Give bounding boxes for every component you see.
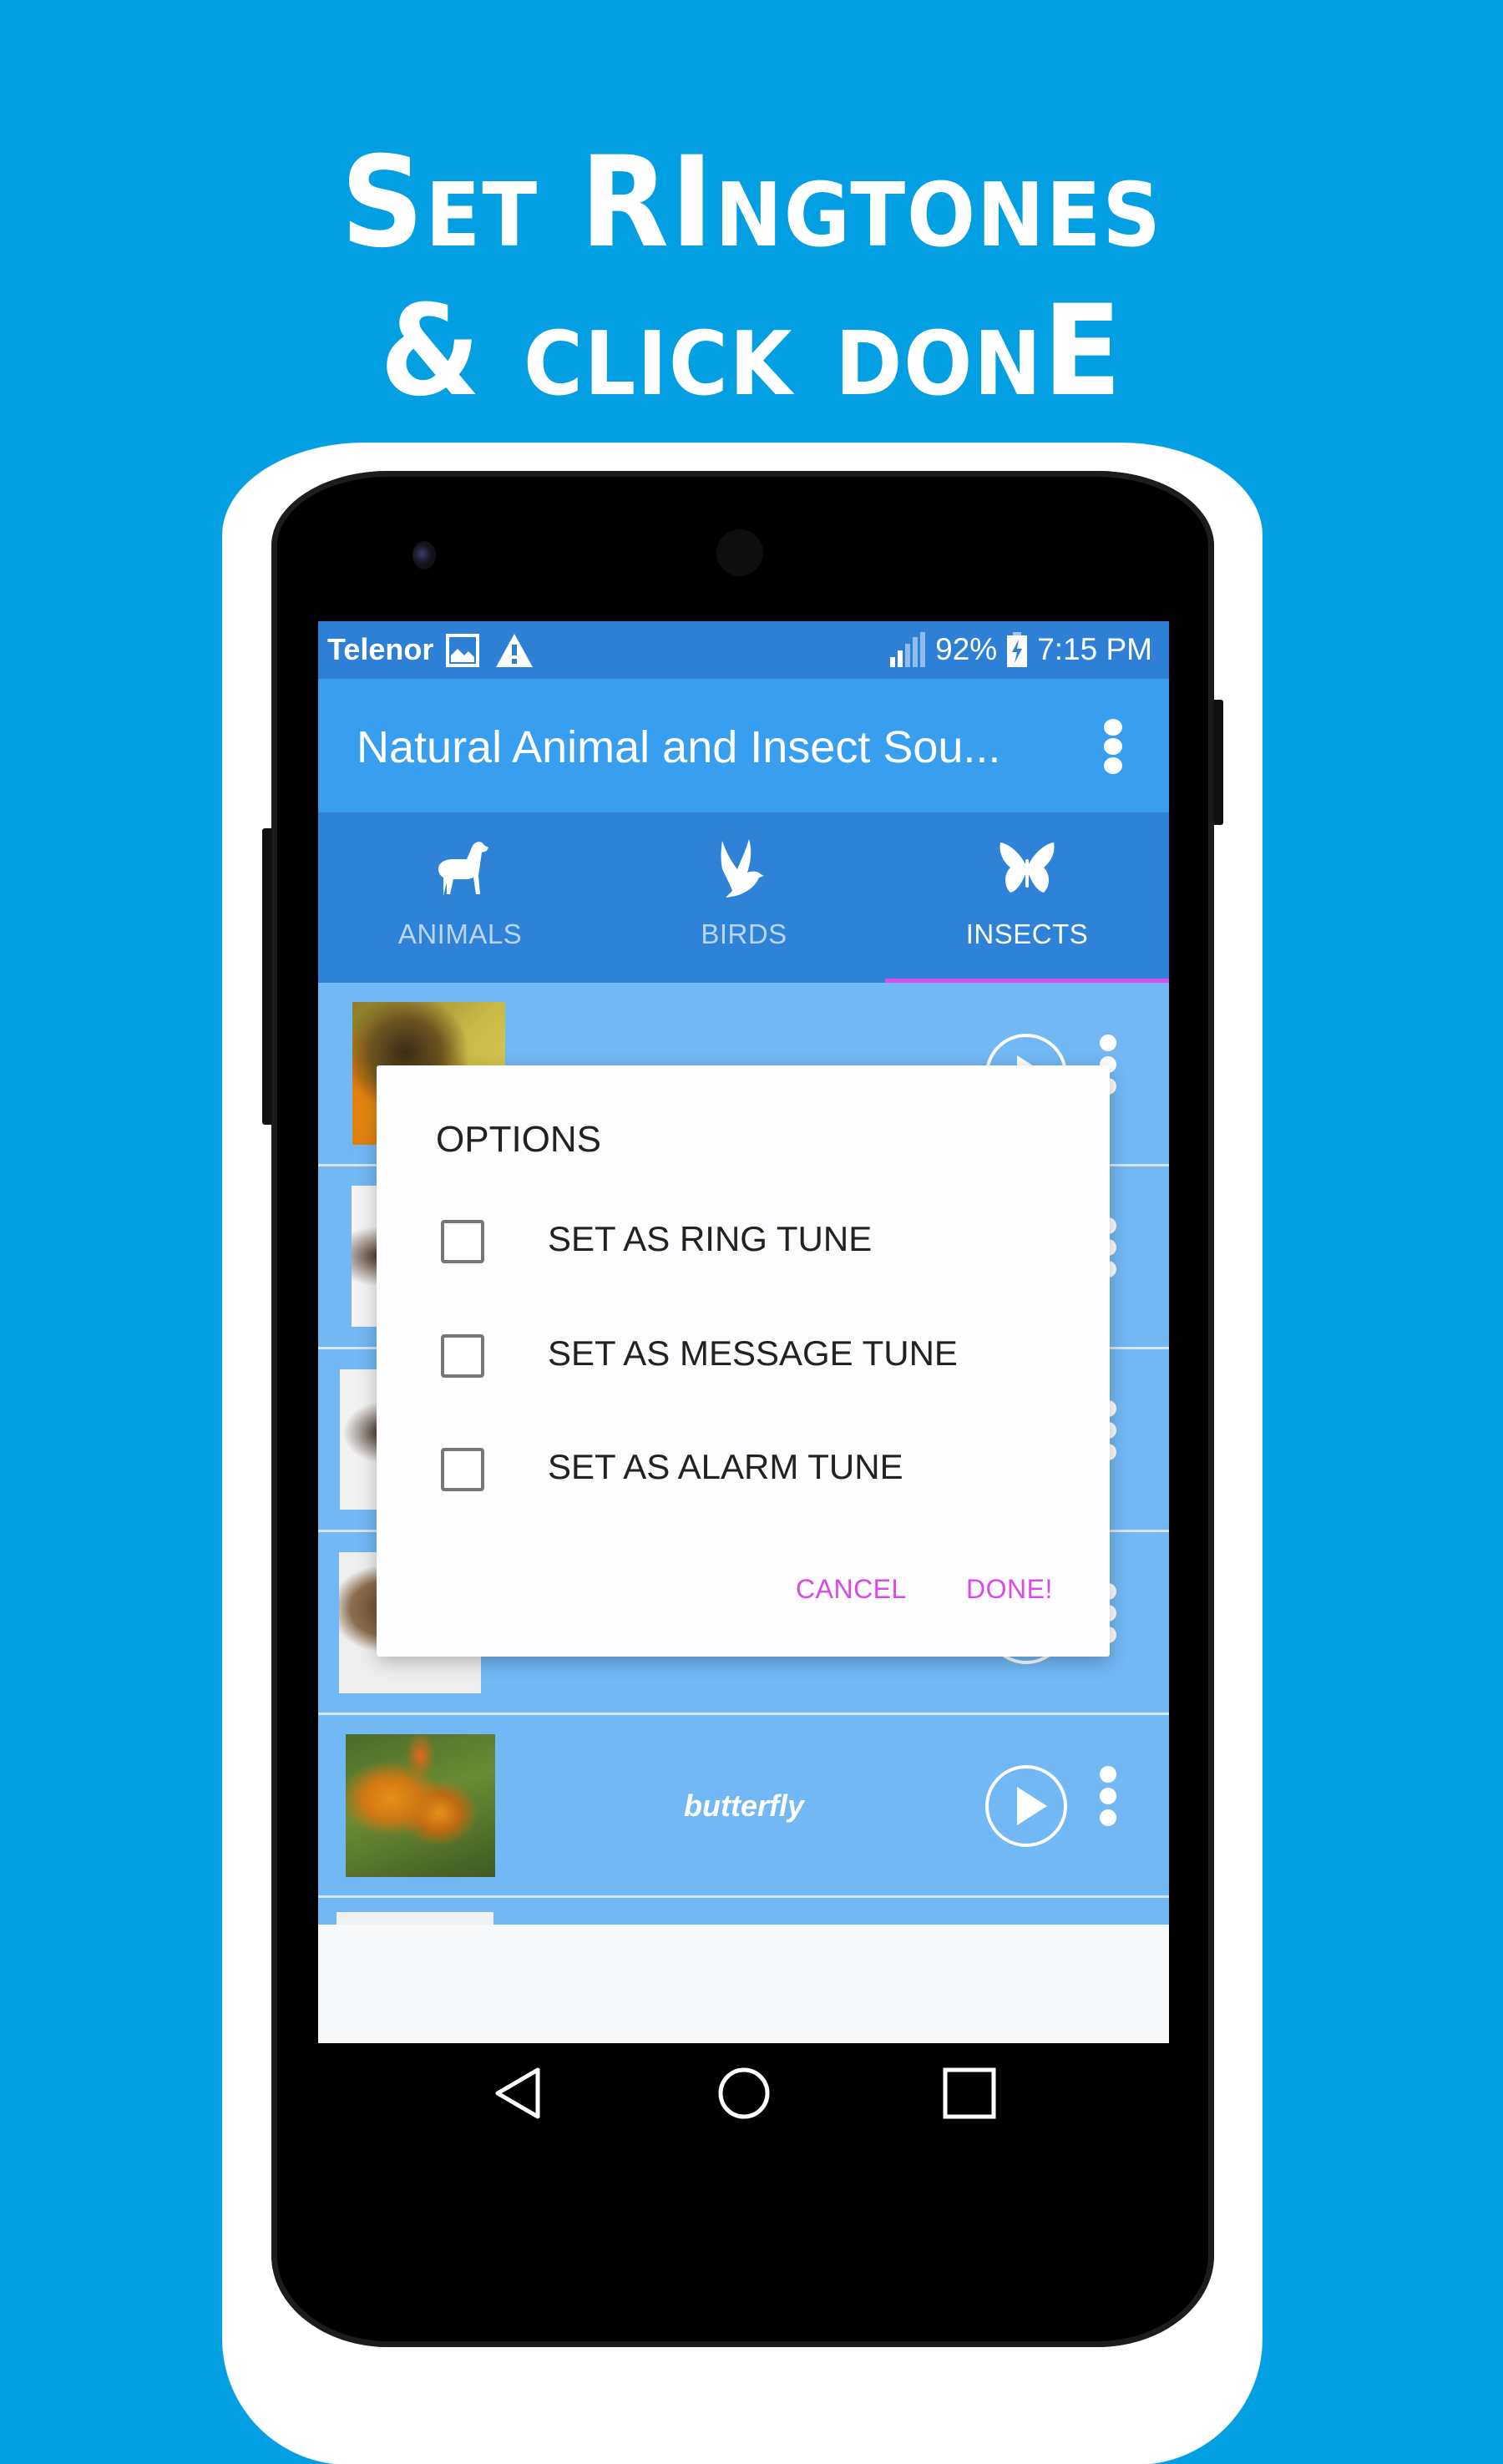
dog-icon — [428, 836, 492, 899]
play-button[interactable] — [985, 1765, 1067, 1847]
thumbnail-butterfly — [346, 1734, 495, 1877]
dot — [1100, 1788, 1116, 1804]
tab-bar: ANIMALS BIRDS INSECTS — [318, 812, 1169, 983]
app-bar: Natural Animal and Insect Sou... — [318, 679, 1169, 812]
screen-bottom-area — [318, 1925, 1169, 2043]
bird-icon — [712, 836, 776, 899]
play-icon — [1017, 1787, 1047, 1825]
battery-charging-icon — [1007, 632, 1028, 667]
phone-right-button — [1213, 700, 1223, 825]
option-message-tune[interactable]: SET AS MESSAGE TUNE — [441, 1330, 1092, 1380]
recents-icon[interactable] — [943, 2067, 996, 2119]
front-camera — [412, 541, 436, 569]
app-title: Natural Animal and Insect Sou... — [357, 722, 1001, 772]
tab-insects[interactable]: INSECTS — [885, 812, 1169, 983]
item-more-icon[interactable] — [1100, 1766, 1118, 1826]
warning-icon — [495, 633, 534, 668]
tab-label: ANIMALS — [397, 918, 523, 949]
option-label: SET AS RING TUNE — [548, 1219, 873, 1258]
dot — [1104, 757, 1122, 774]
checkbox-message-tune[interactable] — [441, 1334, 484, 1378]
battery-percent: 92% — [935, 632, 998, 666]
list-item-title: butterfly — [684, 1789, 804, 1823]
status-bar: Telenor 92% 7:15 PM — [318, 621, 1169, 679]
list-item[interactable]: butterfly — [318, 1714, 1169, 1898]
dot — [1100, 1035, 1116, 1051]
option-alarm-tune[interactable]: SET AS ALARM TUNE — [441, 1444, 1092, 1494]
more-vert-icon[interactable] — [1102, 719, 1124, 774]
dot — [1104, 719, 1122, 736]
list-item-partial[interactable] — [318, 1897, 1169, 1925]
tab-animals[interactable]: ANIMALS — [318, 812, 602, 983]
dot — [1100, 1809, 1116, 1826]
carrier-name: Telenor — [327, 632, 434, 666]
phone-screen: Telenor 92% 7:15 PM Natural Animal and I… — [318, 621, 1169, 2043]
phone-left-button — [262, 828, 272, 1125]
status-right: 92% 7:15 PM — [890, 631, 1152, 668]
back-icon[interactable] — [494, 2067, 541, 2119]
dot — [1104, 738, 1122, 755]
cancel-button[interactable]: CANCEL — [796, 1572, 907, 1606]
done-button[interactable]: DONE! — [966, 1572, 1053, 1606]
dot — [1100, 1766, 1116, 1783]
option-ring-tune[interactable]: SET AS RING TUNE — [441, 1216, 1092, 1266]
tab-label: INSECTS — [965, 918, 1089, 949]
promo-headline-line2: & click donE — [379, 279, 1124, 424]
tab-label: BIRDS — [701, 918, 787, 949]
option-label: SET AS MESSAGE TUNE — [548, 1333, 958, 1373]
image-icon — [446, 634, 479, 667]
signal-icon — [890, 632, 926, 667]
earpiece-sensor — [716, 529, 763, 576]
tab-birds[interactable]: BIRDS — [602, 812, 886, 983]
thumbnail-partial — [337, 1912, 493, 1925]
dialog-title: OPTIONS — [436, 1119, 602, 1160]
clock: 7:15 PM — [1037, 632, 1152, 666]
option-label: SET AS ALARM TUNE — [548, 1447, 903, 1486]
promo-headline-line1: Set RIngtones — [341, 130, 1162, 276]
checkbox-ring-tune[interactable] — [441, 1220, 484, 1263]
home-icon[interactable] — [717, 2067, 771, 2119]
checkbox-alarm-tune[interactable] — [441, 1448, 484, 1491]
options-dialog: OPTIONS SET AS RING TUNE SET AS MESSAGE … — [377, 1065, 1110, 1657]
butterfly-icon — [995, 836, 1059, 899]
